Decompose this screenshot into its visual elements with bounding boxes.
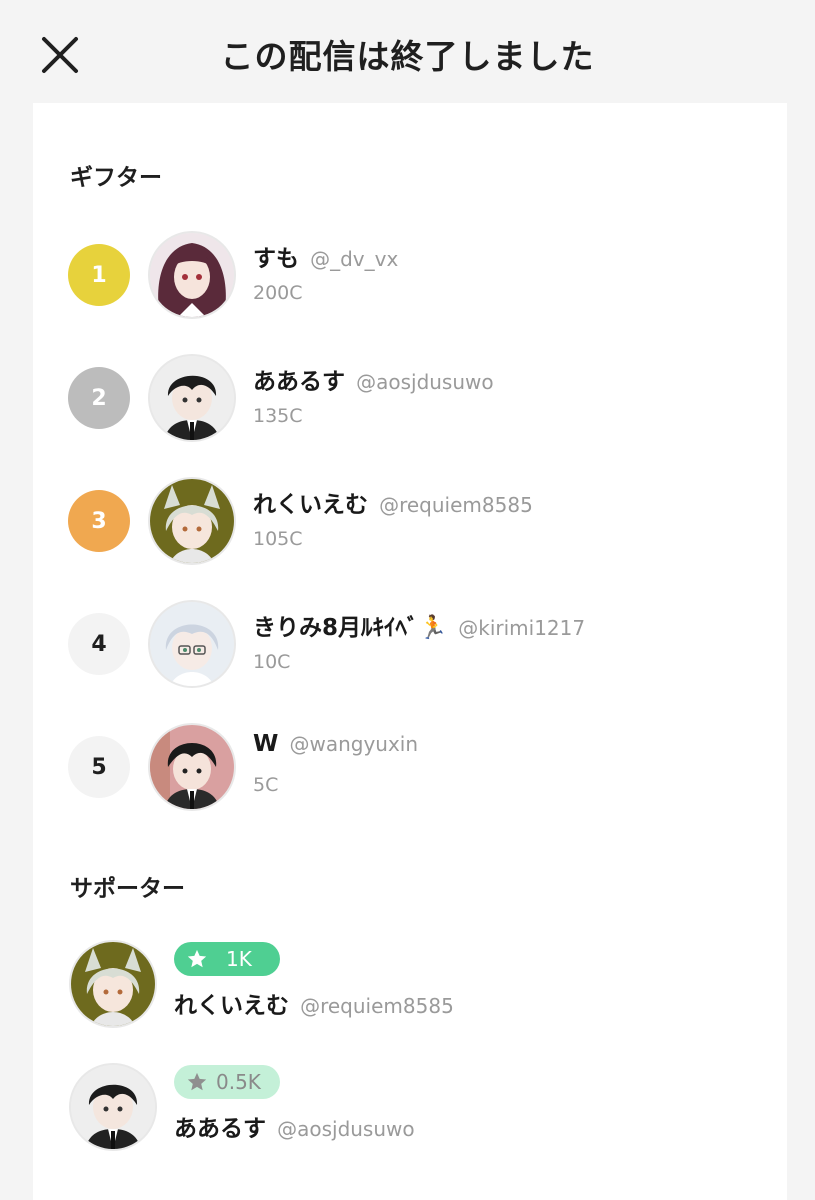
support-amount: 0.5K <box>216 1070 261 1094</box>
gifter-coins: 5C <box>253 774 279 796</box>
gifter-handle: @_dv_vx <box>310 247 399 271</box>
supporter-name-line: れくいえむ @requiem8585 <box>174 986 454 1020</box>
rank-badge: 4 <box>68 613 130 675</box>
supporter-row[interactable]: 1K れくいえむ @requiem8585 <box>33 940 787 1050</box>
results-card: ギフター 1 すも @_dv_vx 200C 2 ああるす @aosjdusuw… <box>33 103 787 1200</box>
rank-badge: 3 <box>68 490 130 552</box>
gifter-coins: 200C <box>253 282 303 304</box>
gifter-row[interactable]: 5 W @wangyuxin 5C <box>33 719 787 829</box>
gifter-row[interactable]: 3 れくいえむ @requiem8585 105C <box>33 473 787 583</box>
avatar[interactable] <box>148 723 236 811</box>
gifter-name-line: ああるす @aosjdusuwo <box>253 362 494 396</box>
gifter-coins: 10C <box>253 651 291 673</box>
gifter-section-title: ギフター <box>70 165 162 191</box>
supporter-handle: @aosjdusuwo <box>277 1117 415 1141</box>
avatar[interactable] <box>148 354 236 442</box>
page-title: この配信は終了しました <box>220 37 595 76</box>
gifter-row[interactable]: 2 ああるす @aosjdusuwo 135C <box>33 350 787 460</box>
gifter-name-line: れくいえむ @requiem8585 <box>253 485 533 519</box>
gifter-name: れくいえむ <box>253 492 368 518</box>
avatar[interactable] <box>148 231 236 319</box>
gifter-name-line: きりみ8月ﾙｷｲﾍﾞ🏃 @kirimi1217 <box>253 608 585 642</box>
avatar[interactable] <box>69 1063 157 1151</box>
supporter-name: ああるす <box>174 1116 266 1142</box>
avatar[interactable] <box>148 477 236 565</box>
supporter-handle: @requiem8585 <box>300 994 454 1018</box>
rank-badge: 1 <box>68 244 130 306</box>
gifter-name: きりみ8月ﾙｷｲﾍﾞ🏃 <box>253 615 448 641</box>
gifter-name: ああるす <box>253 369 345 395</box>
gifter-row[interactable]: 1 すも @_dv_vx 200C <box>33 227 787 337</box>
gifter-row[interactable]: 4 きりみ8月ﾙｷｲﾍﾞ🏃 @kirimi1217 10C <box>33 596 787 706</box>
gifter-name-line: すも @_dv_vx <box>253 239 398 273</box>
gifter-handle: @kirimi1217 <box>458 616 586 640</box>
star-icon <box>187 1072 207 1091</box>
gifter-handle: @requiem8585 <box>379 493 533 517</box>
rank-badge: 5 <box>68 736 130 798</box>
gifter-coins: 135C <box>253 405 303 427</box>
support-amount: 1K <box>226 947 252 971</box>
avatar[interactable] <box>148 600 236 688</box>
gifter-handle: @wangyuxin <box>289 732 419 756</box>
supporter-section-title: サポーター <box>70 876 185 902</box>
supporter-name: れくいえむ <box>174 993 289 1019</box>
gifter-coins: 105C <box>253 528 303 550</box>
supporter-row[interactable]: 0.5K ああるす @aosjdusuwo <box>33 1063 787 1173</box>
avatar[interactable] <box>69 940 157 1028</box>
supporter-name-line: ああるす @aosjdusuwo <box>174 1109 415 1143</box>
gifter-name: すも <box>253 246 299 272</box>
gifter-name-line: W @wangyuxin <box>253 731 418 757</box>
support-badge: 0.5K <box>174 1065 280 1099</box>
gifter-handle: @aosjdusuwo <box>356 370 494 394</box>
header-bar: この配信は終了しました <box>0 0 815 102</box>
gifter-name: W <box>253 731 279 757</box>
star-icon <box>187 949 207 968</box>
rank-badge: 2 <box>68 367 130 429</box>
support-badge: 1K <box>174 942 280 976</box>
